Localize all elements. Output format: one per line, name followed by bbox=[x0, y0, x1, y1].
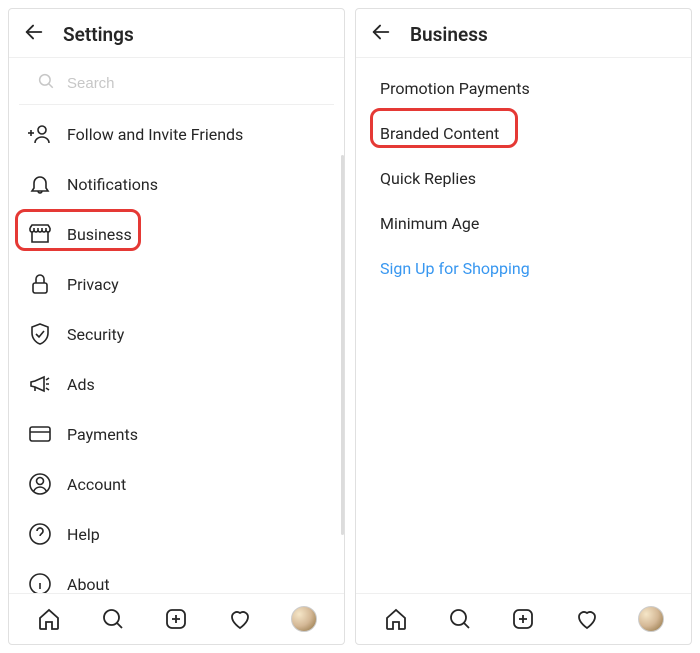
settings-header: Settings bbox=[9, 9, 344, 58]
search-bar[interactable] bbox=[19, 62, 334, 105]
business-header: Business bbox=[356, 9, 691, 58]
help-icon bbox=[27, 521, 53, 547]
profile-avatar[interactable] bbox=[291, 606, 317, 632]
business-title: Business bbox=[410, 23, 488, 46]
menu-label: Privacy bbox=[67, 275, 119, 294]
activity-heart-icon[interactable] bbox=[227, 606, 253, 632]
business-menu-list: Promotion Payments Branded Content Quick… bbox=[356, 58, 691, 593]
activity-heart-icon[interactable] bbox=[574, 606, 600, 632]
search-nav-icon[interactable] bbox=[447, 606, 473, 632]
bottom-nav bbox=[9, 593, 344, 644]
add-post-icon[interactable] bbox=[163, 606, 189, 632]
home-icon[interactable] bbox=[383, 606, 409, 632]
menu-item-notifications[interactable]: Notifications bbox=[9, 159, 344, 209]
menu-item-account[interactable]: Account bbox=[9, 459, 344, 509]
profile-avatar[interactable] bbox=[638, 606, 664, 632]
menu-item-signup-shopping[interactable]: Sign Up for Shopping bbox=[356, 246, 691, 291]
settings-menu-list: Follow and Invite Friends Notifications … bbox=[9, 105, 344, 593]
menu-item-minimum-age[interactable]: Minimum Age bbox=[356, 201, 691, 246]
menu-item-privacy[interactable]: Privacy bbox=[9, 259, 344, 309]
account-icon bbox=[27, 471, 53, 497]
menu-item-promotion-payments[interactable]: Promotion Payments bbox=[356, 66, 691, 111]
settings-title: Settings bbox=[63, 23, 134, 46]
menu-item-about[interactable]: About bbox=[9, 559, 344, 593]
menu-label: Payments bbox=[67, 425, 138, 444]
menu-label: Follow and Invite Friends bbox=[67, 125, 243, 144]
add-user-icon bbox=[27, 121, 53, 147]
bottom-nav bbox=[356, 593, 691, 644]
home-icon[interactable] bbox=[36, 606, 62, 632]
search-nav-icon[interactable] bbox=[100, 606, 126, 632]
add-post-icon[interactable] bbox=[510, 606, 536, 632]
bell-icon bbox=[27, 171, 53, 197]
menu-label: Notifications bbox=[67, 175, 158, 194]
menu-item-follow-invite[interactable]: Follow and Invite Friends bbox=[9, 109, 344, 159]
shield-icon bbox=[27, 321, 53, 347]
lock-icon bbox=[27, 271, 53, 297]
storefront-icon bbox=[27, 221, 53, 247]
menu-label: Ads bbox=[67, 375, 95, 394]
search-input[interactable] bbox=[67, 75, 316, 92]
menu-item-security[interactable]: Security bbox=[9, 309, 344, 359]
back-arrow-icon[interactable] bbox=[23, 21, 45, 47]
menu-label: About bbox=[67, 575, 110, 594]
menu-label: Account bbox=[67, 475, 126, 494]
menu-item-business[interactable]: Business bbox=[9, 209, 344, 259]
menu-item-help[interactable]: Help bbox=[9, 509, 344, 559]
settings-screen: Settings Follow and Invite Friends Notif… bbox=[8, 8, 345, 645]
menu-item-payments[interactable]: Payments bbox=[9, 409, 344, 459]
menu-item-quick-replies[interactable]: Quick Replies bbox=[356, 156, 691, 201]
back-arrow-icon[interactable] bbox=[370, 21, 392, 47]
credit-card-icon bbox=[27, 421, 53, 447]
search-icon bbox=[37, 72, 55, 94]
info-icon bbox=[27, 571, 53, 593]
megaphone-icon bbox=[27, 371, 53, 397]
business-screen: Business Promotion Payments Branded Cont… bbox=[355, 8, 692, 645]
menu-label: Security bbox=[67, 325, 124, 344]
menu-item-ads[interactable]: Ads bbox=[9, 359, 344, 409]
menu-item-branded-content[interactable]: Branded Content bbox=[356, 111, 691, 156]
menu-label: Business bbox=[67, 225, 132, 244]
menu-label: Help bbox=[67, 525, 100, 544]
